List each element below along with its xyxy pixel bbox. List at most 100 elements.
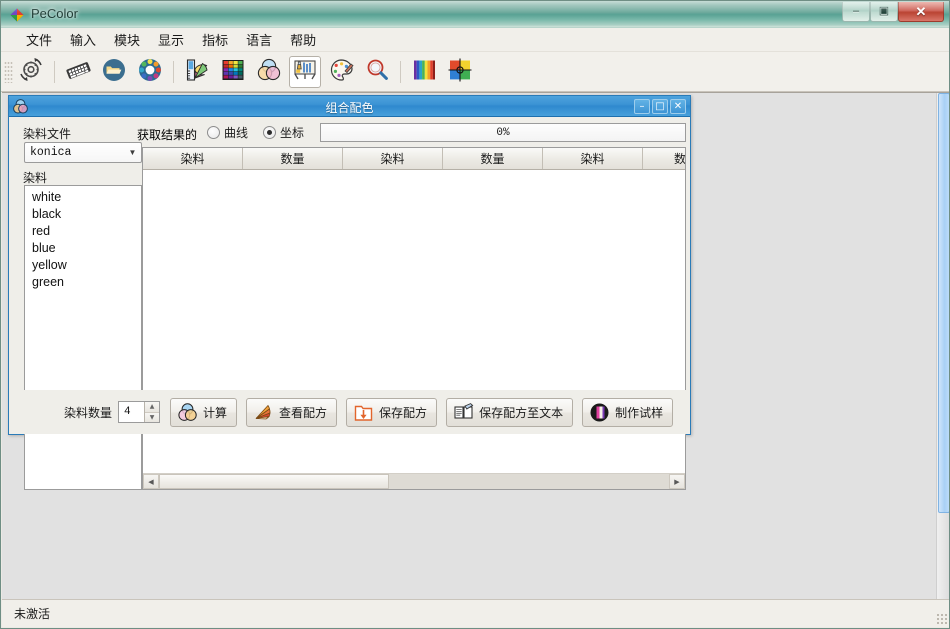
radio-button-icon <box>207 126 220 139</box>
stepper-down-icon[interactable]: ▼ <box>145 412 160 422</box>
window-close-button[interactable]: ✕ <box>898 2 944 22</box>
calculate-button[interactable]: 计算 <box>170 397 238 427</box>
scrollbar-thumb[interactable] <box>938 93 949 513</box>
radio-curve[interactable]: 曲线 <box>207 124 248 141</box>
menu-display[interactable]: 显示 <box>149 27 193 52</box>
venn-color-mix-icon <box>256 57 282 86</box>
grid-column-header[interactable]: 数量 <box>243 148 343 169</box>
settings-gear-icon <box>18 57 44 86</box>
child-window-footer: 染料数量 4 ▲ ▼ 计算 查看配方 保存配方 保存配方至文本 制作试样 <box>9 390 690 434</box>
spectrum-bars-button[interactable] <box>408 56 440 88</box>
color-palette-grid-button[interactable] <box>217 56 249 88</box>
dye-listbox[interactable]: white black red blue yellow green <box>24 185 142 490</box>
list-item[interactable]: red <box>25 223 141 240</box>
artist-palette-button[interactable] <box>325 56 357 88</box>
color-fan-icon <box>253 402 274 423</box>
spectrum-bars-icon <box>411 57 437 86</box>
grid-column-header[interactable]: 染料 <box>543 148 643 169</box>
dye-count-label: 染料数量 <box>64 405 113 420</box>
grid-column-header[interactable]: 染料 <box>343 148 443 169</box>
view-recipe-label: 查看配方 <box>279 405 328 420</box>
list-item[interactable]: yellow <box>25 257 141 274</box>
resize-grip[interactable] <box>936 613 947 624</box>
lab-easel-button[interactable] <box>289 55 321 88</box>
color-target-icon <box>447 57 473 86</box>
scroll-right-arrow-icon[interactable]: ▶ <box>669 474 685 489</box>
venn-color-mix-button[interactable] <box>253 56 285 88</box>
child-close-button[interactable]: ✕ <box>670 99 686 114</box>
grid-header-row: 染料 数量 染料 数量 染料 数 <box>143 148 685 170</box>
color-wheel-icon <box>137 57 163 86</box>
menu-input[interactable]: 输入 <box>61 27 105 52</box>
color-fan-ruler-button[interactable] <box>181 56 213 88</box>
status-text: 未激活 <box>14 607 51 621</box>
artist-palette-icon <box>328 57 354 86</box>
radio-curve-label: 曲线 <box>224 126 249 140</box>
dye-count-value[interactable]: 4 <box>119 402 144 422</box>
pecolor-diamond-icon <box>9 7 25 23</box>
list-item[interactable]: green <box>25 274 141 291</box>
grid-column-header[interactable]: 数量 <box>443 148 543 169</box>
venn-color-mix-icon <box>177 402 198 423</box>
list-item[interactable]: white <box>25 189 141 206</box>
menu-language[interactable]: 语言 <box>237 27 281 52</box>
menu-file[interactable]: 文件 <box>17 27 61 52</box>
child-maximize-button[interactable]: □ <box>652 99 668 114</box>
window-minimize-button[interactable]: – <box>842 2 870 22</box>
save-recipe-to-text-button[interactable]: 保存配方至文本 <box>446 397 574 427</box>
dye-file-select[interactable]: konica ▼ <box>24 142 142 163</box>
mdi-client-area: 组合配色 – □ ✕ 染料文件 konica ▼ 染料 white black … <box>2 92 949 599</box>
scroll-left-arrow-icon[interactable]: ◀ <box>143 474 159 489</box>
toolbar-separator <box>400 60 401 83</box>
keyboard-button[interactable] <box>62 56 94 88</box>
child-window-title: 组合配色 <box>325 101 374 115</box>
get-result-of-label: 获取结果的 <box>137 128 198 142</box>
lab-easel-icon <box>292 57 318 86</box>
make-sample-button[interactable]: 制作试样 <box>582 397 674 427</box>
save-recipe-button[interactable]: 保存配方 <box>346 397 438 427</box>
open-folder-button[interactable] <box>98 56 130 88</box>
window-maximize-button[interactable]: ▣ <box>870 2 898 22</box>
book-edit-icon <box>453 402 474 423</box>
radio-button-selected-icon <box>263 126 276 139</box>
recipe-grid[interactable]: 染料 数量 染料 数量 染料 数 ◀ ▶ <box>142 147 686 490</box>
dye-label: 染料 <box>23 171 48 185</box>
save-recipe-label: 保存配方 <box>379 405 428 420</box>
radio-coordinate[interactable]: 坐标 <box>263 124 304 141</box>
menu-module[interactable]: 模块 <box>105 27 149 52</box>
view-recipe-button[interactable]: 查看配方 <box>246 397 338 427</box>
scrollbar-track[interactable] <box>159 474 669 489</box>
settings-gear-button[interactable] <box>15 56 47 88</box>
color-fan-ruler-icon <box>184 57 210 86</box>
color-target-button[interactable] <box>444 56 476 88</box>
child-window-body: 染料文件 konica ▼ 染料 white black red blue ye… <box>9 117 690 490</box>
window-title: PeColor <box>31 6 78 21</box>
sample-swatch-icon <box>589 402 610 423</box>
combination-color-matching-window: 组合配色 – □ ✕ 染料文件 konica ▼ 染料 white black … <box>8 95 691 490</box>
menu-help[interactable]: 帮助 <box>281 27 325 52</box>
list-item[interactable]: blue <box>25 240 141 257</box>
mdi-vertical-scrollbar[interactable] <box>936 93 949 599</box>
stepper-up-icon[interactable]: ▲ <box>145 402 160 413</box>
magnifier-button[interactable] <box>361 56 393 88</box>
color-wheel-button[interactable] <box>134 56 166 88</box>
child-minimize-button[interactable]: – <box>634 99 650 114</box>
progress-bar: 0% <box>320 123 686 142</box>
menu-index[interactable]: 指标 <box>193 27 237 52</box>
minimize-icon: – <box>852 5 860 17</box>
scrollbar-thumb[interactable] <box>159 474 389 489</box>
dye-file-label: 染料文件 <box>23 127 72 141</box>
window-titlebar: PeColor – ▣ ✕ <box>1 1 949 28</box>
dye-count-stepper[interactable]: 4 ▲ ▼ <box>118 401 161 423</box>
toolbar-separator <box>54 60 55 83</box>
magnifier-icon <box>364 57 390 86</box>
child-window-titlebar[interactable]: 组合配色 – □ ✕ <box>9 96 690 117</box>
close-icon: ✕ <box>673 100 683 112</box>
chevron-down-icon[interactable]: ▼ <box>124 148 141 157</box>
toolbar-grip[interactable] <box>4 60 13 83</box>
list-item[interactable]: black <box>25 206 141 223</box>
toolbar-separator <box>173 60 174 83</box>
grid-horizontal-scrollbar[interactable]: ◀ ▶ <box>143 473 685 489</box>
grid-column-header-clipped[interactable]: 数 <box>643 148 685 169</box>
grid-column-header[interactable]: 染料 <box>143 148 243 169</box>
